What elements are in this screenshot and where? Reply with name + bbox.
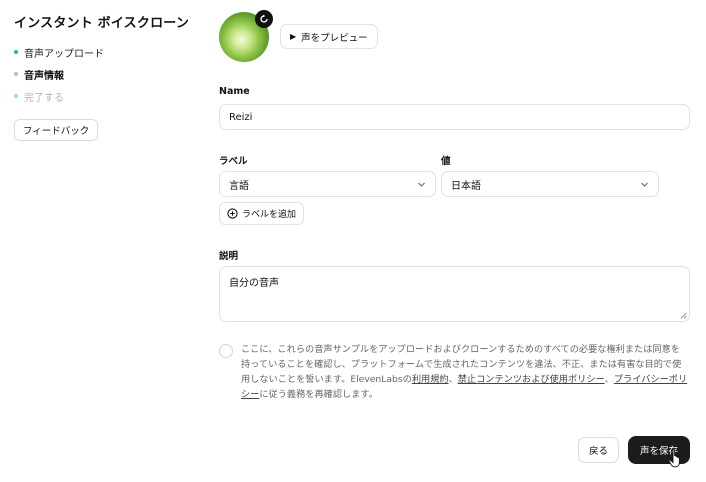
- add-label-button[interactable]: ラベルを追加: [219, 202, 305, 225]
- step-list: 音声アップロード 音声情報 完了する: [14, 41, 204, 107]
- step-status-dot: [14, 50, 18, 54]
- back-button[interactable]: 戻る: [578, 437, 620, 463]
- value-select[interactable]: 日本語: [441, 171, 659, 197]
- description-label: 説明: [219, 251, 239, 262]
- plus-circle-icon: [227, 208, 238, 219]
- label-select[interactable]: 言語: [219, 171, 436, 197]
- name-label: Name: [219, 86, 250, 97]
- sidebar-title: インスタント ボイスクローン: [14, 16, 190, 31]
- voice-avatar-container: [219, 10, 273, 62]
- step-complete: 完了する: [14, 85, 204, 107]
- consent-separator: 、: [604, 374, 614, 385]
- step-voice-info[interactable]: 音声情報: [14, 63, 204, 85]
- step-label: 音声アップロード: [24, 48, 104, 60]
- step-audio-upload[interactable]: 音声アップロード: [14, 41, 204, 63]
- step-label: 完了する: [24, 92, 64, 104]
- regenerate-avatar-button[interactable]: [255, 10, 273, 28]
- name-input[interactable]: Reizi: [219, 104, 690, 130]
- step-status-dot: [14, 94, 18, 98]
- pointer-cursor-icon: [668, 448, 680, 468]
- add-label-text: ラベルを追加: [242, 210, 297, 220]
- value-select-value: 日本語: [451, 180, 481, 192]
- play-icon: ▶: [290, 32, 297, 41]
- consent-checkbox[interactable]: [219, 344, 233, 358]
- description-value: 自分の音声: [229, 278, 279, 289]
- feedback-button[interactable]: フィードバック: [14, 119, 99, 141]
- label-select-value: 言語: [229, 180, 249, 192]
- consent-text: ここに、これらの音声サンプルをアップロードおよびクローンするためのすべての必要な…: [241, 342, 689, 402]
- chevron-down-icon: [418, 182, 425, 187]
- preview-voice-button[interactable]: ▶ 声をプレビュー: [280, 24, 378, 49]
- refresh-icon: [260, 14, 268, 23]
- value-column-header: 値: [441, 156, 451, 167]
- preview-voice-label: 声をプレビュー: [301, 32, 368, 44]
- prohibited-content-link[interactable]: 禁止コンテンツおよび使用ポリシー: [458, 374, 605, 385]
- consent-text-tail: に従う義務を再確認します。: [259, 389, 378, 400]
- step-label: 音声情報: [24, 70, 64, 82]
- consent-separator: 、: [448, 374, 458, 385]
- sidebar: インスタント ボイスクローン 音声アップロード 音声情報 完了する フィードバッ…: [14, 12, 204, 141]
- terms-link[interactable]: 利用規約: [412, 374, 449, 385]
- label-column-header: ラベル: [219, 156, 248, 167]
- chevron-down-icon: [641, 182, 648, 187]
- resize-handle-icon[interactable]: [680, 312, 687, 319]
- step-status-dot: [14, 72, 18, 76]
- description-textarea[interactable]: 自分の音声: [219, 266, 690, 322]
